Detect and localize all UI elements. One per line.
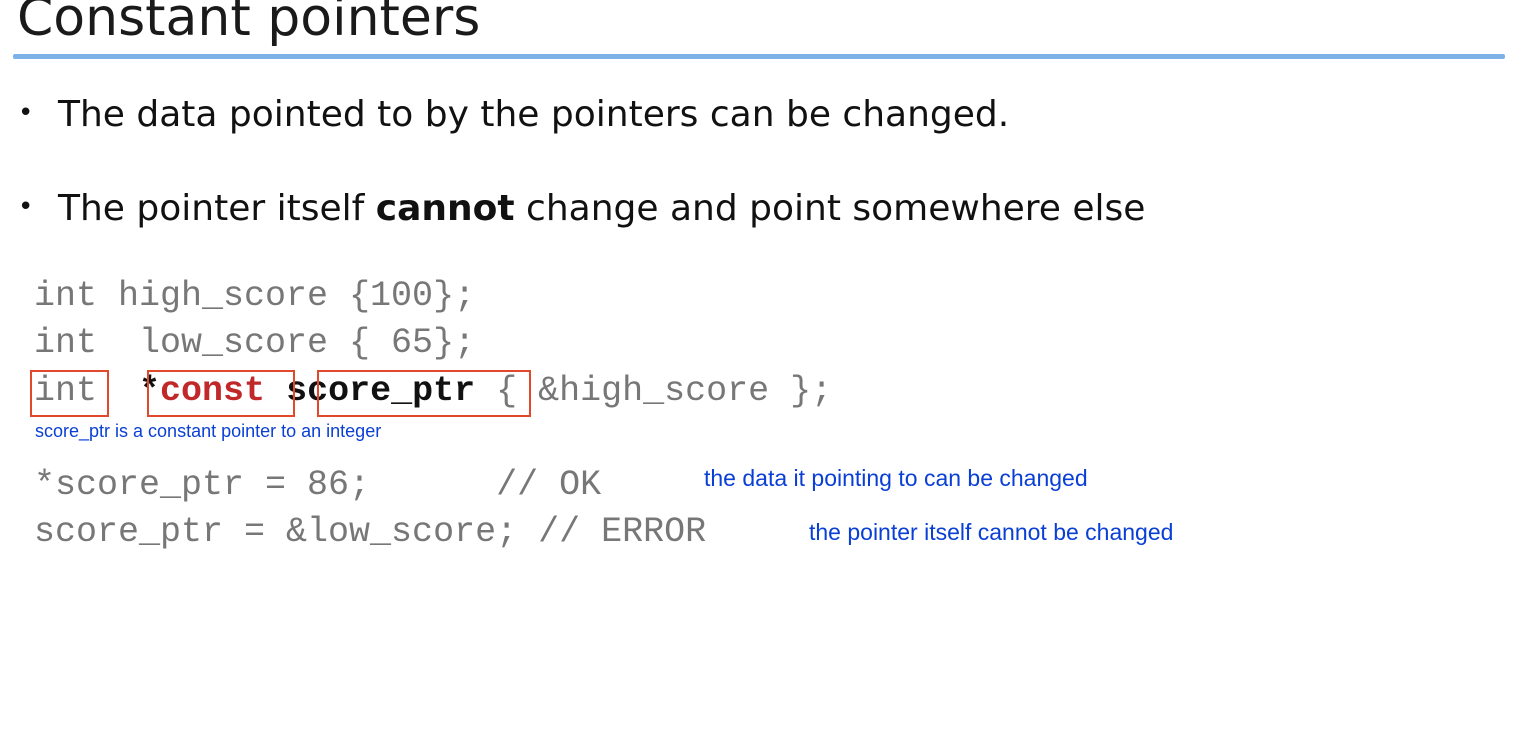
code-line-high-score: int high_score {100}; — [34, 276, 476, 316]
bullet-icon: • — [18, 98, 34, 128]
bullet-item-1: • The data pointed to by the pointers can… — [18, 94, 1009, 135]
bullet-text-before: The pointer itself — [58, 188, 376, 229]
slide-title: Constant pointers — [17, 0, 481, 48]
annotation-error: the pointer itself cannot be changed — [809, 519, 1174, 545]
bullet-text: The data pointed to by the pointers can … — [58, 94, 1010, 135]
slide: Constant pointers • The data pointed to b… — [0, 0, 1534, 738]
code-line-deref-assign: *score_ptr = 86; // OK — [34, 465, 602, 505]
highlight-box-score-ptr — [317, 370, 531, 417]
highlight-box-int — [30, 370, 109, 417]
bullet-item-2: • The pointer itself cannot change and po… — [18, 188, 1145, 229]
code-line-reassign: score_ptr = &low_score; // ERROR — [34, 512, 707, 552]
bullet-emphasis: cannot — [375, 188, 515, 229]
highlight-box-const — [147, 370, 295, 417]
annotation-declaration: score_ptr is a constant pointer to an in… — [35, 421, 382, 441]
title-underline — [13, 54, 1505, 59]
bullet-text-after: change and point somewhere else — [514, 188, 1146, 229]
bullet-icon: • — [18, 192, 34, 222]
annotation-ok: the data it pointing to can be changed — [704, 465, 1088, 491]
code-line-low-score: int low_score { 65}; — [34, 323, 476, 363]
